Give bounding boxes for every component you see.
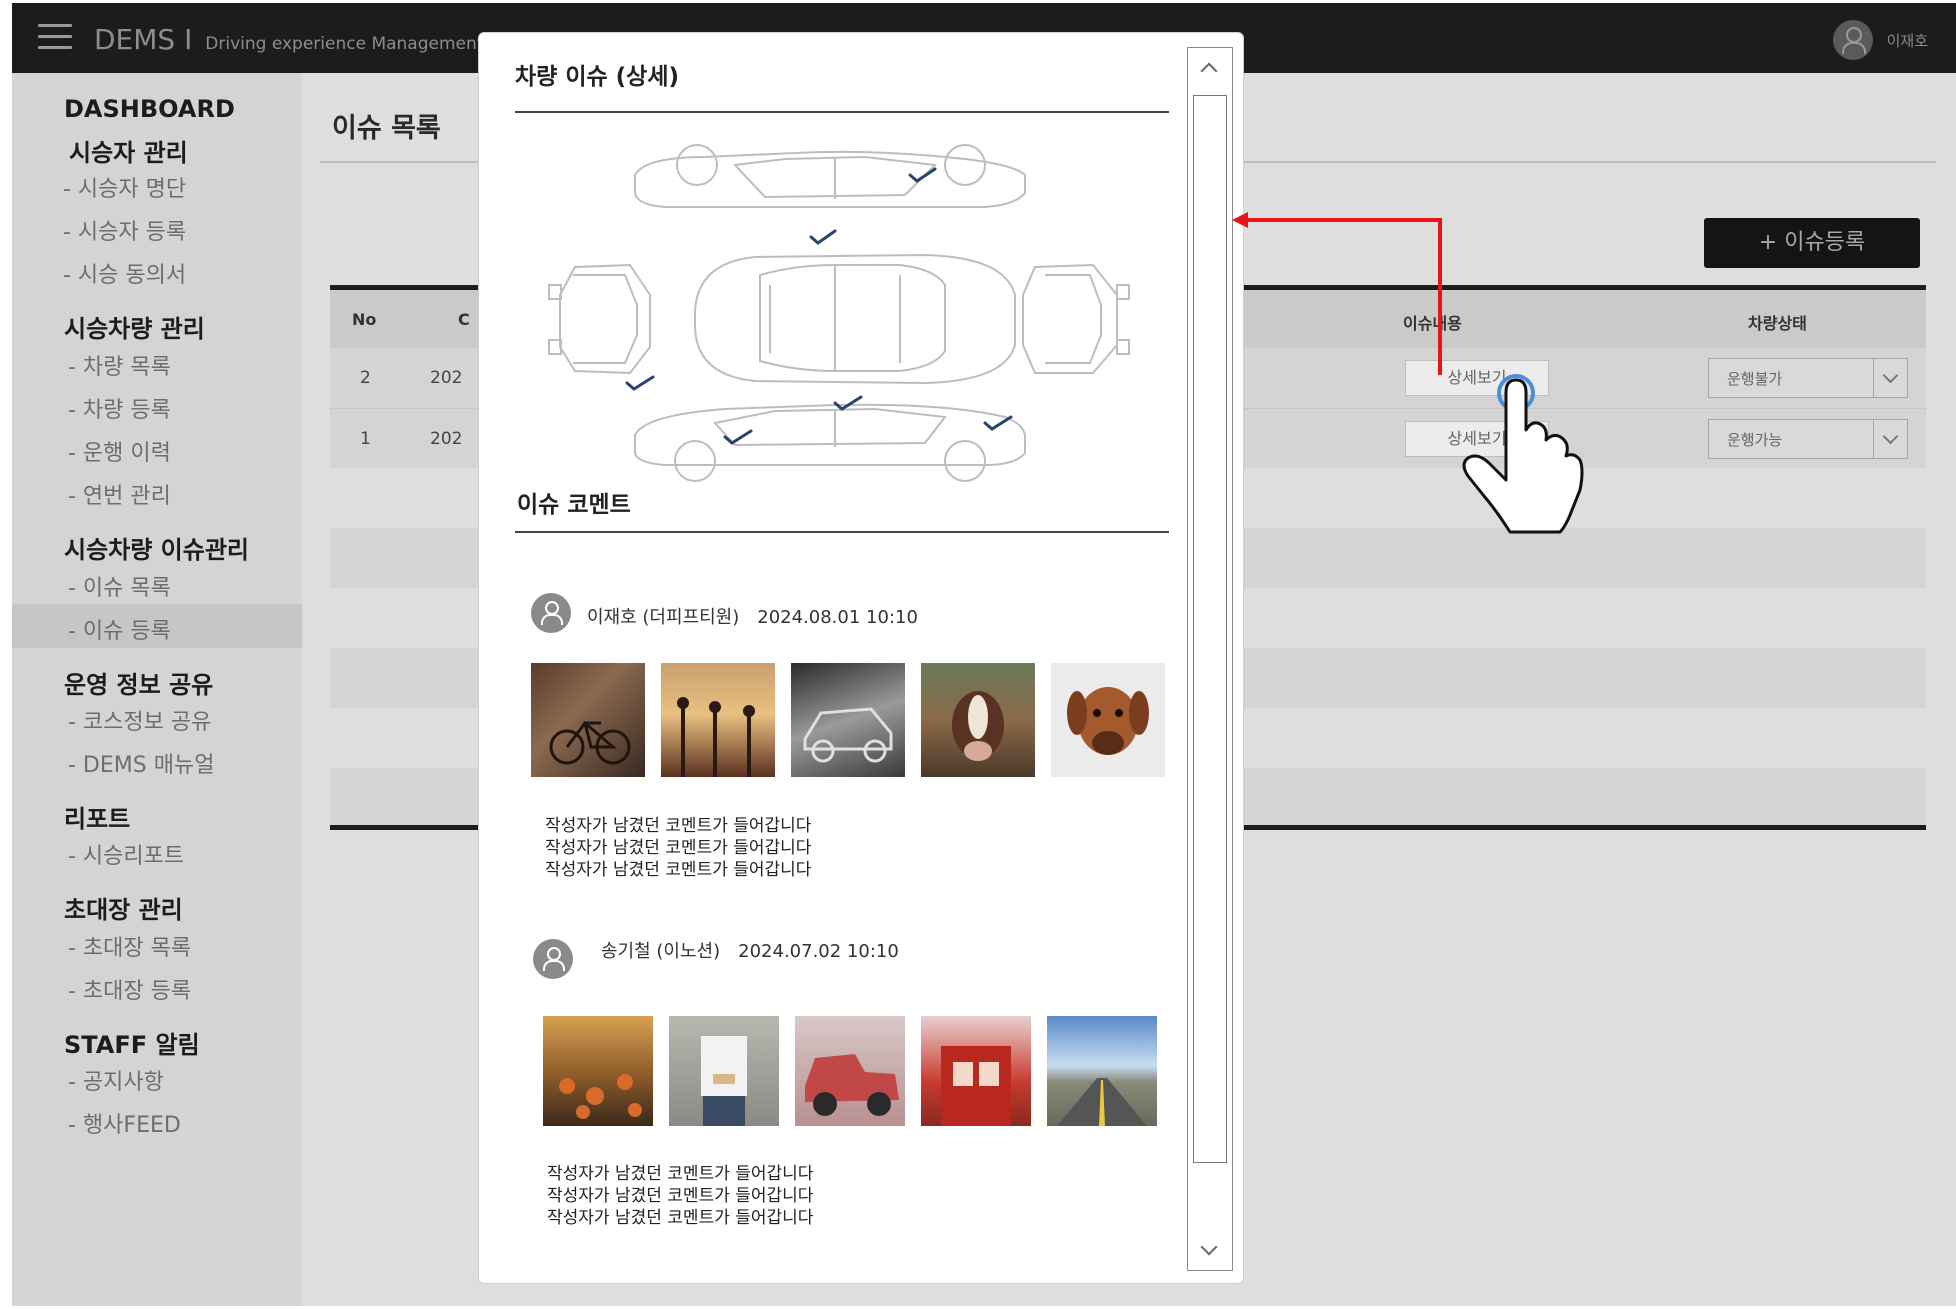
comment-time: 2024.08.01 10:10 [757,607,918,628]
status-value: 운행불가 [1727,370,1783,388]
sidebar-heading-issue-management[interactable]: 시승차량 이슈관리 [64,530,249,565]
comment-photo-person[interactable] [669,1016,779,1126]
sidebar-item-course-info[interactable]: - 코스정보 공유 [68,704,211,736]
sidebar-item-dems-manual[interactable]: - DEMS 매뉴얼 [68,747,214,779]
comment-photo-dog[interactable] [1051,663,1165,777]
row-no: 1 [360,429,371,449]
truck-icon [805,1054,899,1116]
comment-line: 작성자가 남겼던 코멘트가 들어갑니다 [545,860,812,880]
car-damage-diagram [545,135,1135,485]
commenter-avatar-icon [533,939,573,979]
comment-photo-road[interactable] [1047,1016,1157,1126]
road-icon [1057,1078,1147,1126]
sidebar-item-issue-register[interactable]: - 이슈 등록 [68,613,171,645]
comment-photo-red-truck[interactable] [795,1016,905,1126]
sidebar-item-vehicle-register[interactable]: - 차량 등록 [68,392,171,424]
street-lamp-icon [677,697,755,777]
comment-time: 2024.07.02 10:10 [738,941,899,962]
user-menu[interactable]: 이재호 [1832,20,1928,60]
sidebar-heading-report[interactable]: 리포트 [64,799,130,834]
brand-subtitle: Driving experience Management [205,34,484,54]
sidebar-item-invitation-list[interactable]: - 초대장 목록 [68,930,191,962]
comment-line: 작성자가 남겼던 코멘트가 들어갑니다 [545,838,812,858]
chevron-down-icon[interactable] [1200,1238,1218,1256]
col-header-no: No [352,310,377,329]
modal-title: 차량 이슈 (상세) [515,64,679,90]
sidebar-heading-driver-management[interactable]: 시승자 관리 [69,133,188,168]
app-window: DEMS I Driving experience Management 이재호… [12,3,1956,1306]
comment-line: 작성자가 남겼던 코멘트가 들어갑니다 [545,816,812,836]
comments-title: 이슈 코멘트 [517,492,631,518]
cow-icon [952,691,1004,761]
sidebar-heading-dashboard[interactable]: DASHBOARD [64,95,235,123]
comment-line: 작성자가 남겼던 코멘트가 들어갑니다 [547,1208,814,1228]
dog-icon [1067,687,1149,755]
car-icon [803,707,893,763]
col-header-date: C [458,310,470,329]
comment-photo-old-car[interactable] [791,663,905,777]
sidebar-heading-info-share[interactable]: 운영 정보 공유 [64,665,213,700]
status-value: 운행가능 [1727,431,1783,449]
brand-name: DEMS [94,23,176,56]
chevron-up-icon[interactable] [1200,62,1218,80]
detail-view-button[interactable]: 상세보기 [1405,360,1549,396]
chevron-down-icon[interactable] [1873,420,1907,458]
comment-author: 송기철 (이노션) [601,941,721,962]
hamburger-menu-icon[interactable] [38,24,72,50]
comments-divider [515,531,1169,533]
sidebar-item-event-feed[interactable]: - 행사FEED [68,1107,181,1139]
col-header-issue: 이슈내용 [1403,314,1462,333]
comment-header: 이재호 (더피프티원) 2024.08.01 10:10 [587,603,918,629]
commenter-avatar-icon [531,593,571,633]
sidebar-item-notice[interactable]: - 공지사항 [68,1064,164,1096]
detail-view-button[interactable]: 상세보기 [1405,421,1549,457]
row-date: 202 [430,368,463,388]
comment-photo-street-lamps[interactable] [661,663,775,777]
user-name[interactable]: 이재호 [1887,30,1928,51]
sidebar-item-driver-list[interactable]: - 시승자 명단 [63,171,186,203]
sidebar-heading-staff-notice[interactable]: STAFF 알림 [64,1025,200,1060]
page-title: 이슈 목록 [332,113,441,144]
car-diagram-svg [548,144,1130,482]
row-no: 2 [360,368,371,388]
sidebar-item-serial-management[interactable]: - 연번 관리 [68,478,171,510]
vehicle-status-select[interactable]: 운행가능 [1708,419,1908,459]
sidebar-item-consent-form[interactable]: - 시승 동의서 [63,257,186,289]
comment-photo-cow[interactable] [921,663,1035,777]
issue-detail-modal: 차량 이슈 (상세) 이슈 코멘트 이재호 (더피프티원) 2024.08.01… [478,32,1244,1284]
sidebar-item-driving-history[interactable]: - 운행 이력 [68,435,171,467]
phone-booth-icon [941,1046,1011,1126]
add-issue-button[interactable]: + 이슈등록 [1704,218,1920,268]
sidebar-item-drive-report[interactable]: - 시승리포트 [68,838,184,870]
scrollbar-thumb[interactable] [1193,95,1227,1163]
chevron-down-icon[interactable] [1873,359,1907,397]
modal-scrollbar[interactable] [1187,47,1233,1271]
vehicle-status-select[interactable]: 운행불가 [1708,358,1908,398]
sidebar-heading-vehicle-management[interactable]: 시승차량 관리 [64,309,205,344]
comment-text: 작성자가 남겼던 코멘트가 들어갑니다 작성자가 남겼던 코멘트가 들어갑니다 … [547,1163,813,1229]
row-date: 202 [430,429,463,449]
comment-photo-flowers[interactable] [543,1016,653,1126]
comment-line: 작성자가 남겼던 코멘트가 들어갑니다 [547,1164,814,1184]
sidebar-item-invitation-register[interactable]: - 초대장 등록 [68,973,191,1005]
person-icon [701,1036,747,1126]
brand-separator: I [184,23,193,56]
sidebar: DASHBOARD 시승자 관리 - 시승자 명단 - 시승자 등록 - 시승 … [12,73,302,1306]
comment-line: 작성자가 남겼던 코멘트가 들어갑니다 [547,1186,814,1206]
comment-photo-phone-booth[interactable] [921,1016,1031,1126]
col-header-status: 차량상태 [1748,314,1807,333]
sidebar-item-issue-list[interactable]: - 이슈 목록 [68,570,171,602]
sidebar-item-driver-register[interactable]: - 시승자 등록 [63,214,186,246]
comment-text: 작성자가 남겼던 코멘트가 들어갑니다 작성자가 남겼던 코멘트가 들어갑니다 … [545,815,811,881]
modal-title-divider [515,111,1169,113]
bicycle-icon [549,720,631,765]
sidebar-item-vehicle-list[interactable]: - 차량 목록 [68,349,171,381]
comment-author: 이재호 (더피프티원) [587,607,740,628]
comment-photo-bicycle[interactable] [531,663,645,777]
sidebar-heading-invitation-management[interactable]: 초대장 관리 [64,890,183,925]
user-avatar-icon[interactable] [1832,20,1873,60]
brand-title: DEMS I Driving experience Management [94,23,483,56]
flower-icon [559,1074,642,1119]
comment-header: 송기철 (이노션) 2024.07.02 10:10 [601,937,899,963]
